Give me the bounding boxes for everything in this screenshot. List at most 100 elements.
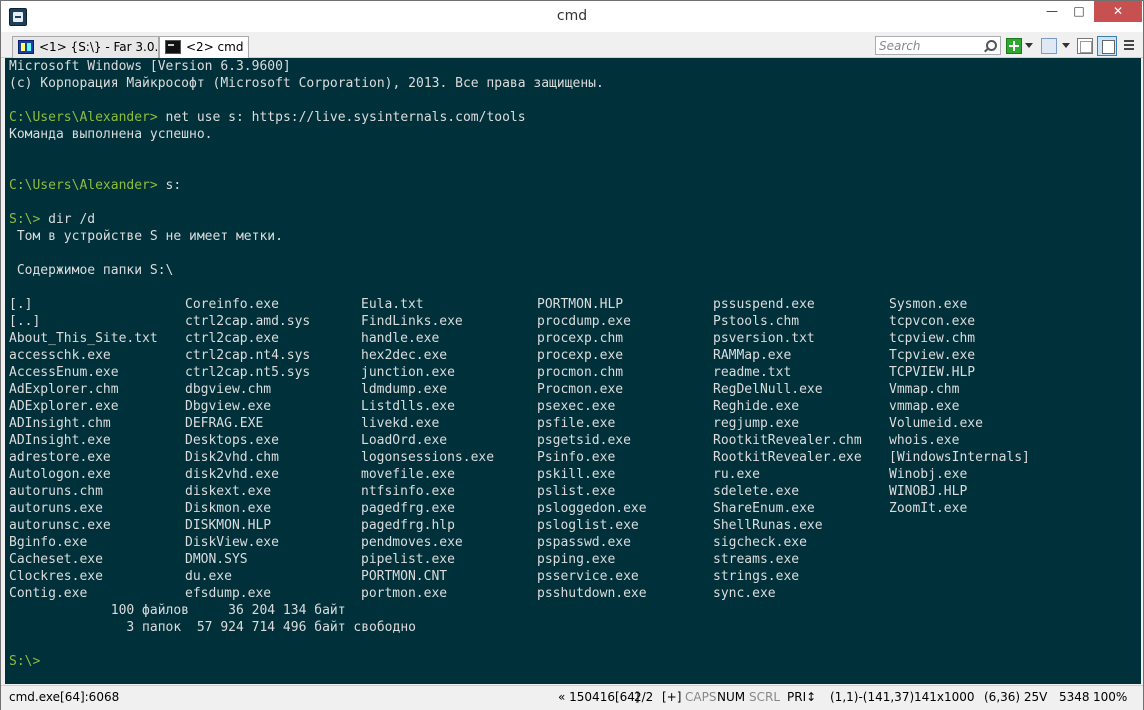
status-buffer[interactable]: « 150416[64] — [558, 690, 640, 704]
file-entry: Winobj.exe — [889, 467, 968, 482]
file-entry: sdelete.exe — [713, 484, 800, 499]
file-entry: pssuspend.exe — [713, 297, 815, 312]
status-zoom[interactable]: 100% — [1093, 690, 1127, 704]
file-entry: Vmmap.chm — [889, 382, 960, 397]
file-entry: livekd.exe — [361, 416, 440, 431]
prompt: S:\> — [9, 654, 41, 669]
new-console-dropdown-arrow-icon[interactable] — [1024, 38, 1034, 54]
settings-icon[interactable] — [1041, 38, 1057, 54]
file-entry: RAMMap.exe — [713, 348, 792, 363]
status-pri[interactable]: PRI↕ — [787, 690, 816, 704]
status-page[interactable]: 2/2 — [634, 690, 653, 704]
conemu-window: cmd — □ ✕ <1> {S:\} - Far 3.0... <2> cmd… — [0, 0, 1144, 710]
file-entry: ADInsight.chm — [9, 416, 111, 431]
file-entry: WINOBJ.HLP — [889, 484, 968, 499]
file-entry: Cacheset.exe — [9, 552, 103, 567]
file-entry: Psinfo.exe — [537, 450, 616, 465]
status-pid: 5348 — [1059, 690, 1090, 704]
file-entry: Pstools.chm — [713, 314, 800, 329]
file-entry: procmon.chm — [537, 365, 624, 380]
tab-label: <2> cmd — [186, 40, 244, 54]
search-icon[interactable] — [982, 39, 997, 53]
file-entry: DISKMON.HLP — [185, 518, 272, 533]
file-entry: pagedfrg.hlp — [361, 518, 455, 533]
file-entry: junction.exe — [361, 365, 455, 380]
file-entry: DMON.SYS — [185, 552, 248, 567]
file-entry: strings.exe — [713, 569, 800, 584]
file-entry: Diskmon.exe — [185, 501, 272, 516]
file-entry: Eula.txt — [361, 297, 424, 312]
file-entry: AdExplorer.chm — [9, 382, 119, 397]
file-entry: FindLinks.exe — [361, 314, 463, 329]
new-console-plus-icon[interactable] — [1006, 38, 1022, 54]
file-entry: ntfsinfo.exe — [361, 484, 455, 499]
cmd-icon — [165, 40, 181, 54]
file-entry: disk2vhd.exe — [185, 467, 279, 482]
file-entry: ru.exe — [713, 467, 760, 482]
file-entry: tcpvcon.exe — [889, 314, 976, 329]
minimize-button[interactable]: — — [1038, 1, 1066, 22]
file-entry: ADInsight.exe — [9, 433, 111, 448]
window-title: cmd — [556, 8, 588, 24]
command-output: Содержимое папки S:\ — [9, 263, 174, 278]
title-bar[interactable]: cmd — □ ✕ — [1, 1, 1143, 32]
file-entry: readme.txt — [713, 365, 792, 380]
file-entry: dbgview.chm — [185, 382, 272, 397]
command-line: S:\> dir /d — [9, 211, 95, 228]
status-plus[interactable]: [+] — [662, 690, 681, 704]
tab-far[interactable]: <1> {S:\} - Far 3.0... — [12, 36, 159, 58]
file-entry: ctrl2cap.nt4.sys — [185, 348, 311, 363]
file-entry: accesschk.exe — [9, 348, 111, 363]
command-output: Том в устройстве S не имеет метки. — [9, 229, 283, 244]
file-entry: vmmap.exe — [889, 399, 960, 414]
file-entry: efsdump.exe — [185, 586, 272, 601]
file-entry: Volumeid.exe — [889, 416, 983, 431]
layout-icon[interactable] — [1097, 36, 1117, 56]
file-entry: Sysmon.exe — [889, 297, 968, 312]
file-entry: PORTMON.HLP — [537, 297, 624, 312]
far-icon — [18, 40, 34, 54]
file-entry: ADExplorer.exe — [9, 399, 119, 414]
summary-files: 100 файлов 36 204 134 байт — [9, 603, 346, 618]
tab-cmd[interactable]: <2> cmd — [159, 36, 249, 59]
file-entry: procexp.exe — [537, 348, 624, 363]
search-input[interactable] — [879, 38, 979, 53]
file-entry: RootkitRevealer.chm — [713, 433, 862, 448]
close-button[interactable]: ✕ — [1094, 1, 1142, 22]
status-process[interactable]: cmd.exe[64]:6068 — [9, 690, 119, 704]
file-entry: Clockres.exe — [9, 569, 103, 584]
file-entry: [.] — [9, 297, 33, 312]
status-bar: cmd.exe[64]:6068 « 150416[64] 2/2 [+] CA… — [1, 685, 1143, 710]
file-entry: procexp.chm — [537, 331, 624, 346]
file-entry: DEFRAG.EXE — [185, 416, 264, 431]
console-header-line: (c) Корпорация Майкрософт (Microsoft Cor… — [9, 76, 604, 91]
file-entry: ldmdump.exe — [361, 382, 448, 397]
file-entry: psservice.exe — [537, 569, 639, 584]
command-text: dir /d — [40, 212, 96, 227]
file-entry: Listdlls.exe — [361, 399, 455, 414]
file-entry: psgetsid.exe — [537, 433, 631, 448]
tab-label: <1> {S:\} - Far 3.0... — [39, 40, 159, 54]
file-entry: ctrl2cap.nt5.sys — [185, 365, 311, 380]
file-entry: Coreinfo.exe — [185, 297, 279, 312]
file-entry: ctrl2cap.amd.sys — [185, 314, 311, 329]
command-text: s: — [157, 178, 182, 193]
tab-bar: <1> {S:\} - Far 3.0... <2> cmd — [1, 32, 1143, 59]
panel-icon[interactable] — [1077, 38, 1093, 54]
menu-icon[interactable] — [1121, 38, 1137, 54]
file-entry: Desktops.exe — [185, 433, 279, 448]
console-area[interactable]: Microsoft Windows [Version 6.3.9600] (c)… — [5, 58, 1141, 684]
file-entry: handle.exe — [361, 331, 440, 346]
file-entry: pskill.exe — [537, 467, 616, 482]
file-entry: pipelist.exe — [361, 552, 455, 567]
settings-dropdown-arrow-icon[interactable] — [1061, 38, 1071, 54]
file-entry: diskext.exe — [185, 484, 272, 499]
maximize-button[interactable]: □ — [1065, 1, 1093, 22]
file-entry: [WindowsInternals] — [889, 450, 1030, 465]
status-coords: (1,1)-(141,37) — [830, 690, 915, 704]
file-entry: autorunsc.exe — [9, 518, 111, 533]
file-entry: [..] — [9, 314, 41, 329]
prompt: C:\Users\Alexander> — [9, 178, 158, 193]
file-entry: Autologon.exe — [9, 467, 111, 482]
file-entry: pspasswd.exe — [537, 535, 631, 550]
